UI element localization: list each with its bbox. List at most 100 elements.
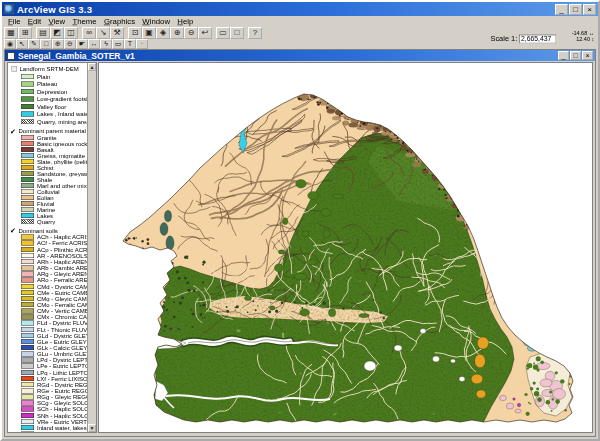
theme-checkbox[interactable]: ✔ [10,127,18,134]
identify-button[interactable]: ◉ [4,39,16,49]
add-theme-button[interactable]: ⊞ [18,27,32,39]
legend-item[interactable]: Low-gradient footslope [10,95,89,103]
legend-swatch [21,370,34,375]
view-maximize-button[interactable]: □ [570,51,581,60]
zoom-in-button[interactable]: ⊕ [170,27,184,39]
save-button[interactable]: ▦ [4,27,18,39]
legend-swatch [21,394,34,399]
zoom-out-tool-button[interactable]: ⊖ [64,39,76,49]
hotlink-button[interactable]: ϟ [100,39,112,49]
scroll-down-button[interactable]: ▼ [88,424,96,432]
zoom-full-extent-button[interactable]: ⊡ [128,27,142,39]
legend-swatch [21,189,34,194]
theme-checkbox[interactable]: ✔ [10,227,18,234]
pointer-button[interactable]: ↖ [16,39,28,49]
menu-edit[interactable]: Edit [24,17,45,26]
select-box-icon: □ [44,40,48,47]
zoom-previous-icon: ↩ [202,28,209,37]
legend-item[interactable]: Depression [10,88,89,96]
clear-selection-button[interactable]: □ [230,27,244,39]
scale-input[interactable]: 2,665,437 [519,35,556,44]
legend-swatch [21,119,34,124]
measure-button[interactable]: ↔ [88,39,100,49]
theme-properties-button[interactable]: ▤ [36,27,50,39]
legend-swatch [21,171,34,176]
zoom-active-theme-button[interactable]: ▣ [142,27,156,39]
app-window: ArcView GIS 3.3 _ □ × FileEditViewThemeG… [0,0,600,441]
menu-graphics[interactable]: Graphics [100,17,138,26]
vertex-edit-icon: ✎ [31,40,37,47]
legend-section-header[interactable]: Landform SRTM-DEM [10,65,89,73]
query-builder-icon: ⚒ [113,28,120,37]
select-features-button[interactable]: ▭ [216,27,230,39]
zoom-in-tool-button[interactable]: ⊕ [52,39,64,49]
menu-help[interactable]: Help [174,17,197,26]
legend-swatch [21,141,34,146]
legend-swatch [21,265,34,270]
tool-dropdown-button[interactable]: · [136,39,148,49]
legend-section-header[interactable]: ✔Dominant parent material [10,127,89,135]
minimize-button[interactable]: _ [555,4,568,15]
legend-label: Valley floor [37,103,66,110]
menu-view[interactable]: View [45,17,69,26]
legend-label: Lakes , Inland water [37,110,89,117]
legend-item[interactable]: Quarry, mining area [10,118,89,126]
clear-selection-icon: □ [235,28,240,37]
view-minimize-button[interactable]: _ [558,51,569,60]
pan-button[interactable]: ☛ [76,39,88,49]
legend-label: Plain [37,73,50,80]
legend-label: Plateau [37,80,57,87]
legend-swatch [21,401,34,406]
menu-theme[interactable]: Theme [69,17,100,26]
legend-label: Quarry, mining area [37,118,89,125]
help-button[interactable]: ? [248,27,262,39]
edit-legend-button[interactable]: ◩ [50,27,64,39]
title-bar: ArcView GIS 3.3 _ □ × [2,2,598,16]
hotlink-icon: ϟ [104,40,108,47]
zoom-out-button[interactable]: ⊖ [184,27,198,39]
legend-swatch [21,302,34,307]
locate-button[interactable]: ↘ [96,27,110,39]
theme-checkbox[interactable] [12,66,18,72]
legend-swatch [21,425,34,430]
view-title-bar[interactable]: Senegal_Gambia_SOTER_v1 _ □ × [5,50,595,61]
text-label-button[interactable]: T [124,39,136,49]
close-button[interactable]: × [583,4,596,15]
legend-item[interactable]: Lakes , Inland water [10,110,89,118]
legend-swatch [21,104,34,109]
area-of-interest-button[interactable]: ▭ [112,39,124,49]
legend-swatch [21,431,34,433]
legend-item[interactable]: Plain [10,73,89,81]
legend-swatch [21,339,34,344]
legend-label: Quarry [37,219,55,225]
scroll-up-button[interactable]: ▲ [88,63,96,71]
legend-swatch [21,153,34,158]
legend-item[interactable]: quarry [10,431,89,433]
zoom-out-tool-icon: ⊖ [67,40,73,47]
identify-icon: ◉ [7,40,13,47]
legend-item[interactable]: Plateau [10,80,89,88]
maximize-button[interactable]: □ [569,4,582,15]
zoom-previous-button[interactable]: ↩ [198,27,212,39]
legend-section-header[interactable]: ✔Dominant soils [10,227,89,235]
legend-scrollbar[interactable]: ▲ ▼ [87,63,96,432]
find-button[interactable]: ∞ [82,27,96,39]
query-builder-button[interactable]: ⚒ [110,27,124,39]
map-view[interactable] [98,62,593,433]
select-box-button[interactable]: □ [40,39,52,49]
legend-label: quarry [37,431,54,433]
open-table-button[interactable]: ◫ [64,27,78,39]
zoom-full-extent-icon: ⊡ [132,28,139,37]
legend-item[interactable]: Valley floor [10,103,89,111]
legend-panel: Landform SRTM-DEMPlainPlateauDepressionL… [7,62,97,433]
menu-file[interactable]: File [4,17,24,26]
zoom-selected-icon: ◈ [160,28,166,37]
zoom-out-icon: ⊖ [188,28,195,37]
app-icon [4,4,14,14]
menu-window[interactable]: Window [139,17,174,26]
legend-swatch [21,315,34,320]
view-icon [7,52,15,60]
vertex-edit-button[interactable]: ✎ [28,39,40,49]
view-close-button[interactable]: × [582,51,593,60]
zoom-selected-button[interactable]: ◈ [156,27,170,39]
